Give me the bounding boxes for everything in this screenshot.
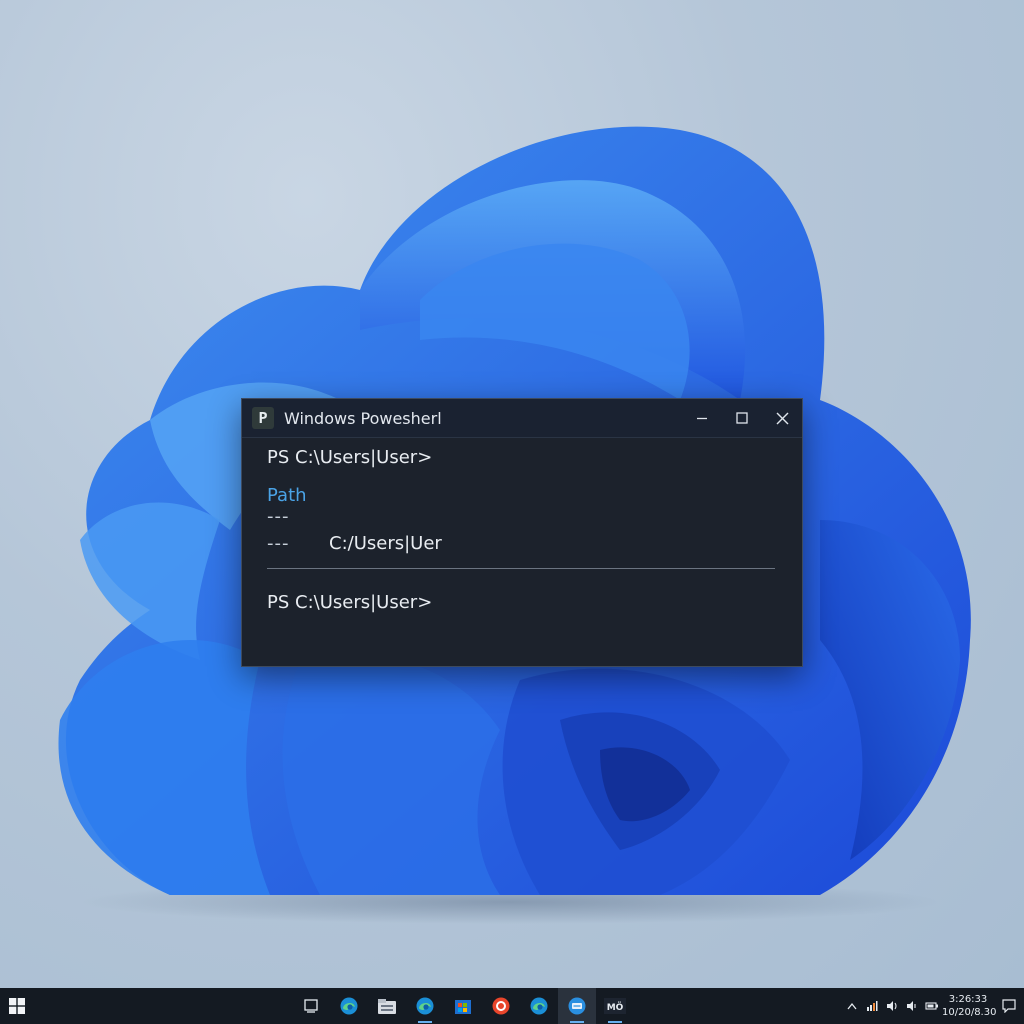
store-icon: [455, 1000, 471, 1014]
network-icon: [867, 1001, 878, 1011]
system-tray: 3:26:33 10/20/8.30: [842, 988, 1024, 1024]
running-indicator: [418, 1021, 432, 1023]
task-view-icon: [304, 999, 318, 1013]
value-dashes: ---: [267, 533, 290, 554]
chevron-up-icon: [847, 1002, 857, 1010]
powershell-app-icon: P: [252, 407, 274, 429]
tray-network[interactable]: [862, 988, 882, 1024]
edge-icon: [416, 997, 434, 1015]
separator-line: [267, 568, 775, 569]
file-explorer-icon: [378, 999, 396, 1014]
column-underline: ---: [267, 506, 290, 527]
minimize-button[interactable]: [682, 399, 722, 437]
start-button[interactable]: [2, 988, 32, 1024]
value-row: --- C:/Users|Uer: [267, 532, 778, 556]
prompt-line: PS C:\Users|User>: [267, 447, 433, 468]
desktop: P Windows Powesherl PS C:\Users|User> Pa…: [0, 0, 1024, 988]
battery-icon: [925, 1002, 938, 1010]
prompt-line-current[interactable]: PS C:\Users|User>: [267, 591, 778, 615]
edge-icon: [340, 997, 358, 1015]
taskbar-edge-running[interactable]: [406, 988, 444, 1024]
taskbar: MÖ 3:26:33 10/20/8.30: [0, 988, 1024, 1024]
volume-icon: [887, 1001, 897, 1011]
powershell-window[interactable]: P Windows Powesherl PS C:\Users|User> Pa…: [241, 398, 803, 667]
path-value: C:/Users|Uer: [329, 533, 442, 554]
terminal-output[interactable]: PS C:\Users|User> Path --- --- C:/Users|…: [242, 438, 802, 615]
taskbar-terminal-active[interactable]: [558, 988, 596, 1024]
tray-speaker[interactable]: [902, 988, 922, 1024]
window-titlebar[interactable]: P Windows Powesherl: [242, 399, 802, 438]
tray-overflow-button[interactable]: [842, 988, 862, 1024]
taskbar-file-explorer[interactable]: [368, 988, 406, 1024]
clock-date: 10/20/8.30: [942, 1007, 997, 1018]
taskbar-task-view[interactable]: [292, 988, 330, 1024]
taskbar-edge[interactable]: [330, 988, 368, 1024]
taskbar-edge-2[interactable]: [520, 988, 558, 1024]
maximize-button[interactable]: [722, 399, 762, 437]
windows-logo-icon: [9, 998, 25, 1014]
running-indicator: [608, 1021, 622, 1023]
tray-volume[interactable]: [882, 988, 902, 1024]
maximize-icon: [736, 412, 748, 424]
taskbar-office[interactable]: [482, 988, 520, 1024]
minimize-icon: [697, 417, 707, 420]
tray-battery[interactable]: [922, 988, 942, 1024]
taskbar-clock[interactable]: 3:26:33 10/20/8.30: [942, 993, 997, 1019]
speaker-icon: [907, 1001, 916, 1011]
window-title: Windows Powesherl: [284, 408, 442, 428]
window-controls: [682, 399, 802, 437]
clock-time: 3:26:33: [948, 994, 988, 1005]
powershell-icon: MÖ: [604, 998, 626, 1014]
notification-button[interactable]: [994, 988, 1024, 1024]
edge-icon: [530, 997, 548, 1015]
taskbar-store[interactable]: [444, 988, 482, 1024]
office-icon: [492, 997, 510, 1015]
app-icon-glyph: P: [258, 409, 268, 427]
svg-text:MÖ: MÖ: [607, 1002, 624, 1013]
taskbar-apps: MÖ: [292, 988, 634, 1024]
close-button[interactable]: [762, 399, 802, 437]
taskbar-powershell[interactable]: MÖ: [596, 988, 634, 1024]
notification-icon: [1002, 999, 1016, 1013]
close-icon: [776, 412, 788, 424]
terminal-icon: [568, 997, 586, 1015]
running-indicator: [570, 1021, 584, 1023]
column-header: Path: [267, 485, 307, 506]
